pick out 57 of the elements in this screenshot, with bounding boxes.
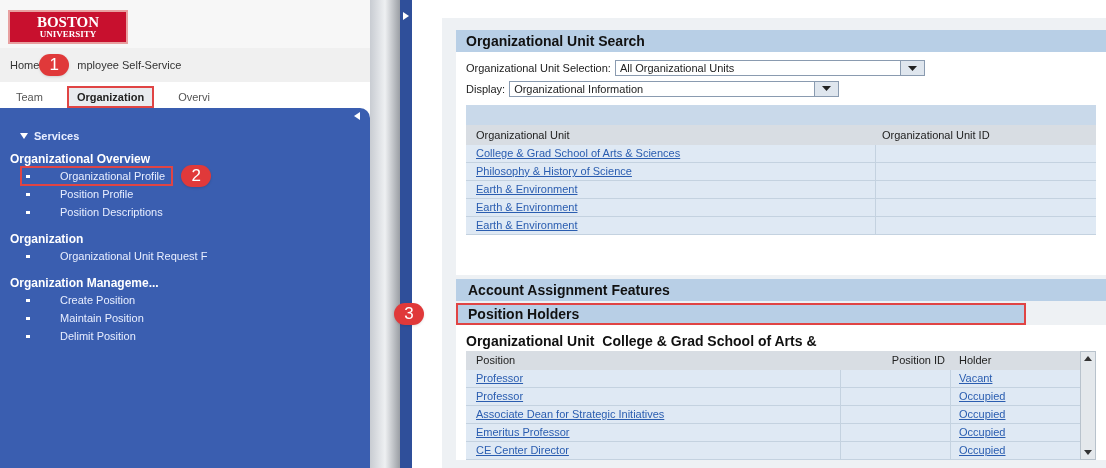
- collapse-arrow-icon[interactable]: [354, 112, 360, 120]
- caret-icon: [20, 133, 28, 139]
- university-logo: BOSTON UNIVERSITY: [8, 10, 128, 44]
- bullet-icon: [26, 334, 30, 338]
- nav-link[interactable]: mployee Self-Service: [77, 56, 182, 74]
- field-label: Display:: [466, 81, 506, 97]
- section-header[interactable]: Account Assignment Features: [456, 279, 1106, 301]
- step-number-badge: 3: [394, 303, 424, 325]
- expand-arrow-icon[interactable]: [403, 12, 409, 20]
- nav-link[interactable]: Home: [10, 56, 40, 74]
- unit-link[interactable]: Earth & Environment: [476, 181, 578, 198]
- bullet-icon: [26, 192, 30, 196]
- bullet-icon: [26, 254, 30, 258]
- dropdown-field[interactable]: All Organizational Units: [614, 60, 925, 77]
- tab[interactable]: Overvi: [168, 86, 220, 108]
- column-header: Holder: [958, 353, 993, 369]
- bullet-icon: [26, 298, 30, 302]
- holder-link[interactable]: Vacant: [959, 370, 993, 387]
- holder-link[interactable]: Occupied: [959, 442, 1006, 459]
- holder-link[interactable]: Occupied: [959, 424, 1006, 441]
- sidebar-link[interactable]: Organizational Unit Request F: [20, 245, 216, 267]
- sidebar-group-heading: Organization Manageme...: [10, 275, 160, 291]
- section-header: Organizational Unit Search: [456, 30, 1106, 52]
- position-link[interactable]: CE Center Director: [476, 442, 569, 459]
- step-number-badge: 1: [39, 54, 70, 76]
- sidebar-group-heading: Organization: [10, 231, 85, 247]
- section-header[interactable]: Position Holders: [456, 303, 1026, 325]
- position-link[interactable]: Emeritus Professor: [476, 424, 570, 441]
- dropdown-caret-icon: [899, 61, 924, 76]
- unit-link[interactable]: Earth & Environment: [476, 217, 578, 234]
- caption-value: College & Grad School of Arts &: [602, 332, 817, 351]
- column-header: Position: [475, 353, 517, 369]
- position-link[interactable]: Professor: [476, 370, 524, 387]
- unit-link[interactable]: Earth & Environment: [476, 199, 578, 216]
- dropdown-field[interactable]: Organizational Information: [509, 80, 840, 97]
- column-header: Position ID: [890, 353, 946, 369]
- position-link[interactable]: Professor: [476, 388, 524, 405]
- tab[interactable]: Team: [6, 86, 53, 108]
- step-number-badge: 2: [181, 165, 212, 187]
- position-link[interactable]: Associate Dean for Strategic Initiatives: [476, 406, 665, 423]
- bullet-icon: [26, 316, 30, 320]
- bullet-icon: [26, 210, 30, 214]
- tab[interactable]: Organization: [66, 86, 155, 108]
- scroll-down-icon[interactable]: [1084, 450, 1092, 455]
- field-label: Organizational Unit Selection:: [466, 61, 611, 76]
- vertical-scrollbar[interactable]: [1080, 351, 1096, 460]
- column-header: Organizational Unit: [475, 127, 571, 143]
- holder-link[interactable]: Occupied: [959, 388, 1006, 405]
- sidebar-group-heading: Organizational Overview: [10, 151, 152, 167]
- scroll-up-icon[interactable]: [1084, 356, 1092, 361]
- holder-link[interactable]: Occupied: [959, 406, 1006, 423]
- sidebar-link[interactable]: Organizational Profile: [20, 165, 174, 187]
- column-header: Organizational Unit ID: [881, 127, 991, 143]
- caption-label: Organizational Unit: [466, 332, 595, 351]
- dropdown-caret-icon: [814, 81, 839, 96]
- services-toggle[interactable]: Services: [0, 124, 366, 148]
- bullet-icon: [26, 174, 30, 178]
